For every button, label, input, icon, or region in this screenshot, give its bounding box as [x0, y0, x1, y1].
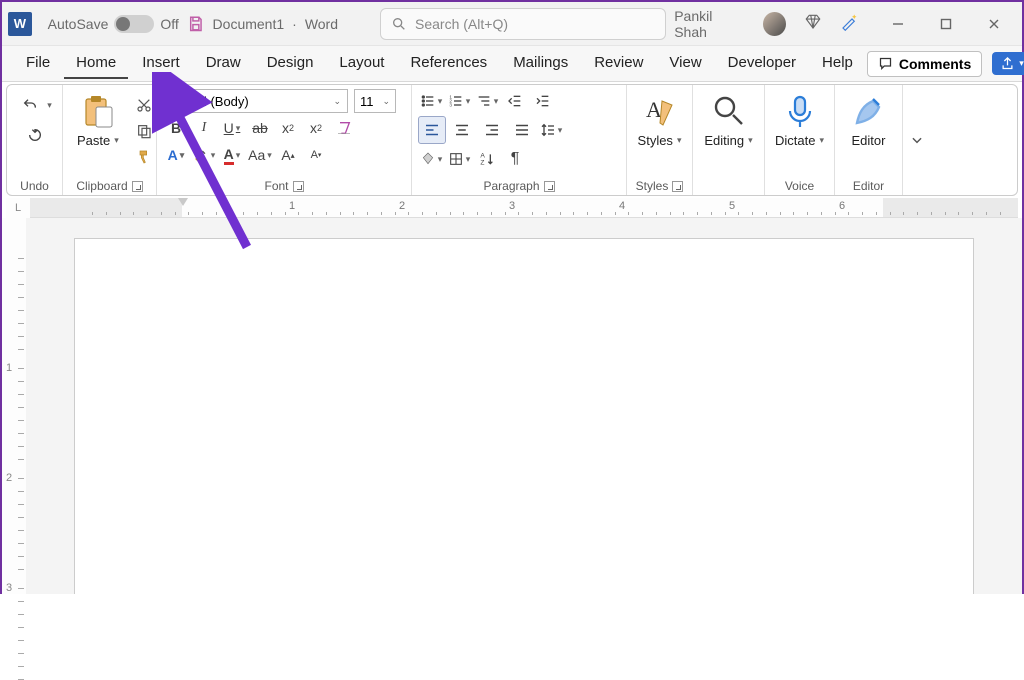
underline-button[interactable]: U▾ [219, 116, 245, 140]
svg-text:3: 3 [449, 102, 452, 107]
highlight-button[interactable]: ▾ [191, 143, 217, 167]
user-name: Pankil Shah [674, 8, 745, 40]
repeat-button[interactable] [22, 123, 48, 147]
copy-button[interactable] [131, 119, 157, 143]
editor-button[interactable]: Editor [843, 89, 895, 152]
collapse-ribbon-button[interactable] [903, 85, 931, 195]
save-icon[interactable] [187, 15, 205, 33]
tab-layout[interactable]: Layout [327, 48, 396, 79]
page[interactable] [74, 238, 974, 594]
borders-button[interactable]: ▾ [446, 147, 472, 171]
svg-text:Z: Z [480, 159, 484, 166]
shrink-font-button[interactable]: A▾ [303, 143, 329, 167]
tab-file[interactable]: File [14, 48, 62, 79]
font-launcher[interactable] [293, 181, 304, 192]
undo-group-label: Undo [13, 179, 56, 193]
text-effects-button[interactable]: A▾ [163, 143, 189, 167]
increase-indent-button[interactable] [530, 89, 556, 113]
svg-text:A: A [480, 153, 485, 160]
subscript-button[interactable]: x2 [275, 116, 301, 140]
tab-developer[interactable]: Developer [716, 48, 808, 79]
italic-button[interactable]: I [191, 116, 217, 140]
word-app-icon: W [8, 12, 32, 36]
search-placeholder: Search (Alt+Q) [415, 16, 508, 32]
undo-button[interactable] [17, 93, 43, 117]
pen-sparkle-icon[interactable] [840, 13, 858, 34]
bold-button[interactable]: B [163, 116, 189, 140]
horizontal-ruler[interactable]: L 123456 [6, 198, 1018, 218]
user-avatar[interactable] [763, 12, 786, 36]
line-spacing-button[interactable]: ▾ [538, 118, 564, 142]
dictate-button[interactable]: Dictate▾ [767, 89, 832, 152]
ribbon: ▾ Undo Paste▾ Clipboard Calibri (Body)⌄ … [6, 84, 1018, 196]
minimize-button[interactable] [876, 9, 920, 39]
tab-draw[interactable]: Draw [194, 48, 253, 79]
grow-font-button[interactable]: A▴ [275, 143, 301, 167]
multilevel-list-button[interactable]: ▾ [474, 89, 500, 113]
svg-text:A: A [646, 97, 662, 122]
undo-dropdown[interactable]: ▾ [47, 100, 52, 111]
tab-help[interactable]: Help [810, 48, 865, 79]
close-button[interactable] [972, 9, 1016, 39]
tab-home[interactable]: Home [64, 48, 128, 79]
tab-design[interactable]: Design [255, 48, 326, 79]
document-area: 123 [2, 218, 1022, 594]
autosave-toggle[interactable] [114, 15, 154, 33]
change-case-button[interactable]: Aa▾ [247, 143, 273, 167]
autosave-label: AutoSave [48, 16, 109, 32]
align-left-button[interactable] [418, 116, 446, 144]
tab-view[interactable]: View [657, 48, 713, 79]
document-name: Document1 [213, 16, 285, 32]
sort-button[interactable]: AZ [474, 147, 500, 171]
align-center-button[interactable] [448, 116, 476, 144]
shading-button[interactable]: ▾ [418, 147, 444, 171]
numbering-button[interactable]: 123▾ [446, 89, 472, 113]
search-box[interactable]: Search (Alt+Q) [380, 8, 666, 40]
align-justify-button[interactable] [508, 116, 536, 144]
cut-button[interactable] [131, 93, 157, 117]
tab-mailings[interactable]: Mailings [501, 48, 580, 79]
clear-formatting-button[interactable] [331, 116, 357, 140]
styles-button[interactable]: A Styles▾ [630, 89, 690, 152]
comments-button[interactable]: Comments [867, 51, 982, 77]
autosave-state: Off [160, 16, 178, 32]
font-size-combo[interactable]: 11⌄ [354, 89, 396, 113]
superscript-button[interactable]: x2 [303, 116, 329, 140]
tab-references[interactable]: References [398, 48, 499, 79]
editing-button[interactable]: Editing▾ [696, 89, 760, 152]
paragraph-launcher[interactable] [544, 181, 555, 192]
diamond-icon[interactable] [804, 13, 822, 34]
decrease-indent-button[interactable] [502, 89, 528, 113]
font-color-button[interactable]: A▾ [219, 143, 245, 167]
bullets-button[interactable]: ▾ [418, 89, 444, 113]
maximize-button[interactable] [924, 9, 968, 39]
paste-button[interactable]: Paste▾ [69, 89, 127, 152]
show-marks-button[interactable]: ¶ [502, 147, 528, 171]
ribbon-tabs: File Home Insert Draw Design Layout Refe… [2, 46, 1022, 82]
tab-insert[interactable]: Insert [130, 48, 192, 79]
share-button[interactable]: ▾ [992, 52, 1024, 75]
tab-review[interactable]: Review [582, 48, 655, 79]
vertical-ruler[interactable]: 123 [2, 218, 26, 594]
strikethrough-button[interactable]: ab [247, 116, 273, 140]
styles-launcher[interactable] [672, 181, 683, 192]
page-viewport[interactable] [26, 218, 1022, 594]
app-name: Word [305, 16, 338, 32]
align-right-button[interactable] [478, 116, 506, 144]
clipboard-launcher[interactable] [132, 181, 143, 192]
font-name-combo[interactable]: Calibri (Body)⌄ [163, 89, 348, 113]
title-bar: W AutoSave Off Document1 · Word Search (… [2, 2, 1022, 46]
format-painter-button[interactable] [131, 145, 157, 169]
autosave-control[interactable]: AutoSave Off [48, 15, 179, 33]
